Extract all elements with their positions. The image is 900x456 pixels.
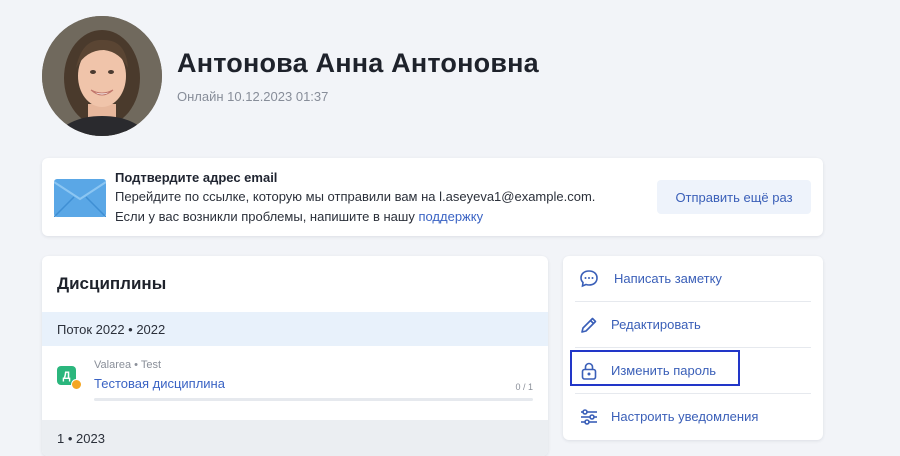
support-prefix: Если у вас возникли проблемы, напишите в… [115,209,419,224]
envelope-icon [54,179,106,217]
online-status: Онлайн 10.12.2023 01:37 [177,89,329,104]
edit-action[interactable]: Редактировать [575,302,811,348]
support-link[interactable]: поддержку [418,209,483,224]
lock-icon [581,362,597,380]
badge-status-dot [71,379,82,390]
disciplines-title: Дисциплины [57,274,167,293]
discipline-progress-text: 0 / 1 [515,382,533,392]
disciplines-card: Дисциплины Поток 2022 • 2022 Д Valarea •… [42,256,548,456]
edit-label: Редактировать [611,317,701,332]
profile-actions-card: Написать заметку Редактировать Изменить … [563,256,823,440]
notification-settings-label: Настроить уведомления [611,409,759,424]
write-note-label: Написать заметку [614,271,722,286]
profile-name: Антонова Анна Антоновна [177,48,539,78]
sliders-icon [581,409,597,425]
resend-email-button[interactable]: Отправить ещё раз [657,180,811,214]
discipline-list-item[interactable]: Д Valarea • Test Тестовая дисциплина 0 /… [42,346,548,410]
write-note-action[interactable]: Написать заметку [575,256,811,302]
discipline-org: Valarea • Test [94,359,162,371]
discipline-progress-bar [94,398,533,401]
change-password-action[interactable]: Изменить пароль [575,348,811,394]
email-notice-title: Подтвердите адрес email [115,170,278,185]
avatar-photo [42,16,162,136]
pencil-icon [581,317,597,333]
chat-bubble-icon [580,270,598,288]
stream-group-header: Поток 2022 • 2022 [42,312,548,346]
year-group-header: 1 • 2023 [42,420,548,456]
discipline-name-link[interactable]: Тестовая дисциплина [94,376,225,391]
email-confirmation-card: Подтвердите адрес email Перейдите по ссы… [42,158,823,236]
email-notice-support-text: Если у вас возникли проблемы, напишите в… [115,209,483,224]
notification-settings-action[interactable]: Настроить уведомления [575,394,811,440]
avatar [42,16,162,136]
change-password-label: Изменить пароль [611,363,717,378]
email-notice-text: Перейдите по ссылке, которую мы отправил… [115,189,596,204]
